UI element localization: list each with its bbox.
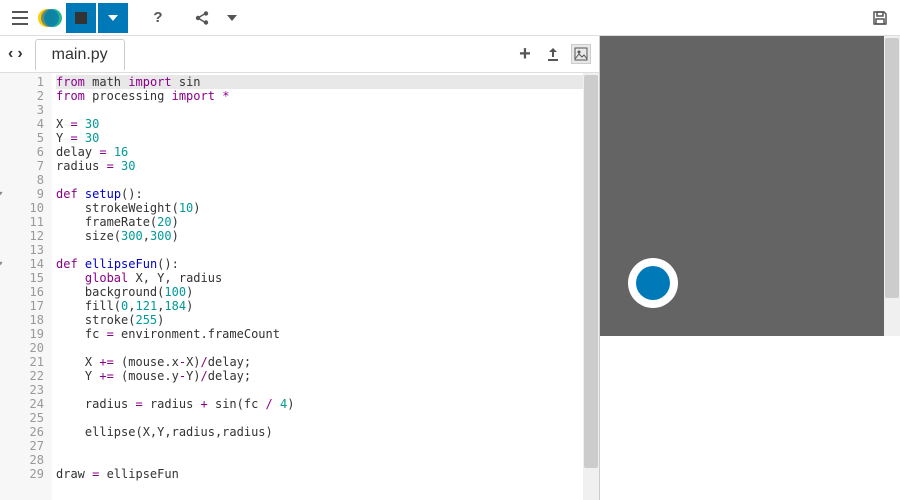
- menu-button[interactable]: [6, 4, 34, 32]
- canvas[interactable]: [600, 36, 900, 336]
- file-tab[interactable]: main.py: [35, 39, 125, 70]
- help-button[interactable]: ?: [144, 4, 172, 32]
- code-editor[interactable]: 1234567891011121314151617181920212223242…: [0, 72, 599, 500]
- share-button[interactable]: [188, 4, 216, 32]
- nav-forward[interactable]: ›: [17, 45, 22, 63]
- logo-icon: [36, 4, 64, 32]
- toolbar: ?: [0, 0, 900, 36]
- stop-icon: [75, 12, 87, 24]
- share-dropdown[interactable]: [218, 4, 246, 32]
- line-gutter: 1234567891011121314151617181920212223242…: [0, 73, 52, 500]
- nav-back[interactable]: ‹: [8, 45, 13, 63]
- output-scrollbar[interactable]: [884, 36, 900, 336]
- editor-pane: ‹ › main.py + 12345678910111213141516171…: [0, 36, 600, 500]
- scroll-thumb[interactable]: [584, 75, 598, 468]
- tab-row: ‹ › main.py +: [0, 36, 599, 72]
- save-button[interactable]: [866, 4, 894, 32]
- add-file-button[interactable]: +: [515, 44, 535, 64]
- editor-scrollbar[interactable]: [583, 73, 599, 500]
- output-scroll-thumb[interactable]: [885, 38, 899, 298]
- main-area: ‹ › main.py + 12345678910111213141516171…: [0, 36, 900, 500]
- output-pane: [600, 36, 900, 500]
- code-content[interactable]: from math import sinfrom processing impo…: [52, 73, 599, 500]
- upload-button[interactable]: [543, 44, 563, 64]
- stop-button[interactable]: [66, 3, 96, 33]
- image-mode-button[interactable]: [571, 44, 591, 64]
- run-dropdown[interactable]: [98, 3, 128, 33]
- ellipse-fill: [636, 266, 670, 300]
